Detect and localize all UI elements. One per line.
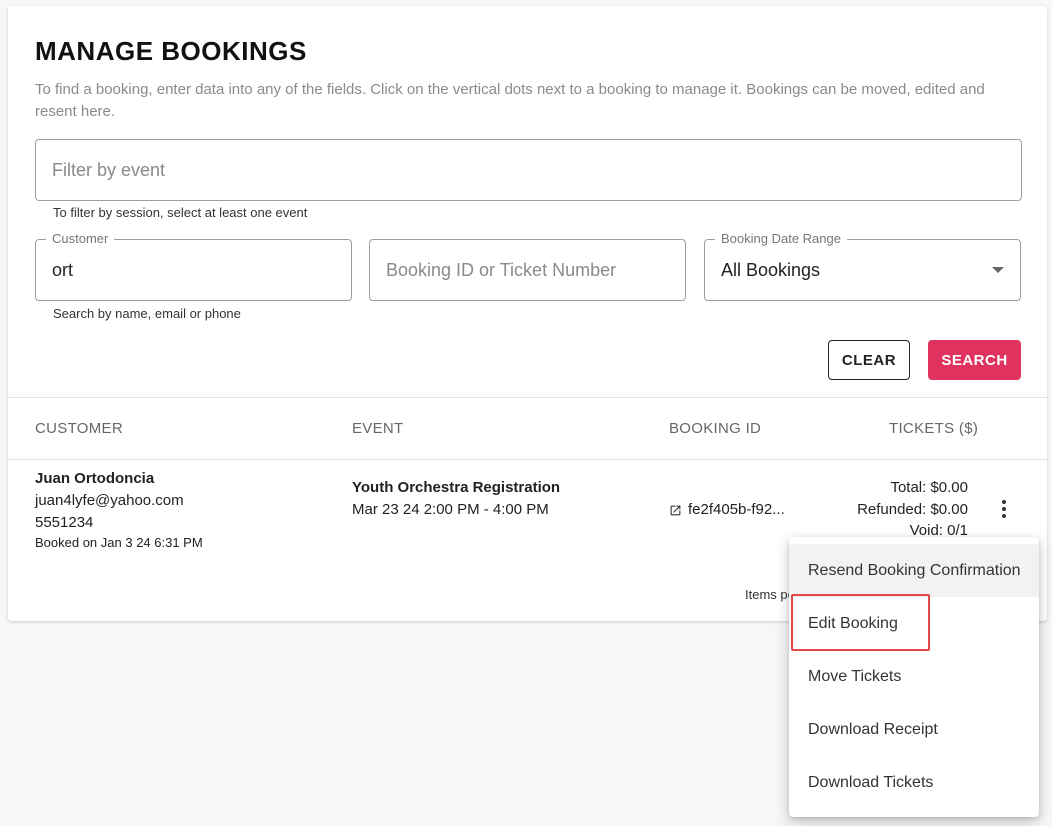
column-header-booking-id: BOOKING ID <box>669 420 762 437</box>
open-in-new-icon <box>670 505 681 515</box>
customer-name: Juan Ortodoncia <box>35 470 155 487</box>
booked-on: Booked on Jan 3 24 6:31 PM <box>35 535 203 550</box>
clear-button[interactable]: CLEAR <box>828 340 910 380</box>
page-description: To find a booking, enter data into any o… <box>35 81 985 120</box>
column-header-event: EVENT <box>352 420 404 437</box>
menu-item-download-tickets[interactable]: Download Tickets <box>789 756 1039 809</box>
manage-bookings-card: MANAGE BOOKINGS To find a booking, enter… <box>8 6 1047 621</box>
booking-id-value: fe2f405b-f92... <box>688 501 785 518</box>
booking-id-field[interactable] <box>369 239 686 301</box>
customer-label: Customer <box>46 231 115 247</box>
customer-input[interactable] <box>52 260 327 281</box>
customer-email: juan4lyfe@yahoo.com <box>35 492 184 509</box>
page-title: MANAGE BOOKINGS <box>35 36 307 66</box>
booking-date-range-value: All Bookings <box>721 260 821 280</box>
booking-id-link[interactable]: fe2f405b-f92... <box>669 499 785 521</box>
table-header-divider <box>8 459 1047 460</box>
booking-id-input[interactable] <box>386 260 661 281</box>
items-per-page-label: Items pe <box>745 587 795 602</box>
event-filter-field[interactable] <box>35 139 1022 201</box>
event-filter-helper: To filter by session, select at least on… <box>53 205 308 220</box>
tickets-total: Total: $0.00 <box>890 479 968 496</box>
menu-item-download-receipt[interactable]: Download Receipt <box>789 703 1039 756</box>
customer-phone: 5551234 <box>35 514 94 531</box>
booking-date-range-select[interactable]: Booking Date Range All Bookings <box>704 231 1021 301</box>
customer-field[interactable]: Customer <box>35 231 352 301</box>
booking-actions-menu: Resend Booking Confirmation Edit Booking… <box>789 537 1039 817</box>
tickets-refunded: Refunded: $0.00 <box>857 501 968 518</box>
more-vert-icon[interactable] <box>999 500 1009 522</box>
column-header-tickets: TICKETS ($) <box>889 420 979 437</box>
menu-item-resend-confirmation[interactable]: Resend Booking Confirmation <box>789 544 1039 597</box>
booking-date-range-label: Booking Date Range <box>715 231 847 247</box>
column-header-customer: CUSTOMER <box>35 420 123 437</box>
table-top-divider <box>8 397 1047 398</box>
event-name: Youth Orchestra Registration <box>352 479 561 496</box>
search-button[interactable]: SEARCH <box>928 340 1021 380</box>
menu-item-move-tickets[interactable]: Move Tickets <box>789 650 1039 703</box>
caret-down-icon <box>992 267 1004 273</box>
customer-helper: Search by name, email or phone <box>53 306 241 321</box>
menu-item-edit-booking[interactable]: Edit Booking <box>789 597 1039 650</box>
event-filter-input[interactable] <box>52 160 997 181</box>
event-time: Mar 23 24 2:00 PM - 4:00 PM <box>352 501 549 518</box>
